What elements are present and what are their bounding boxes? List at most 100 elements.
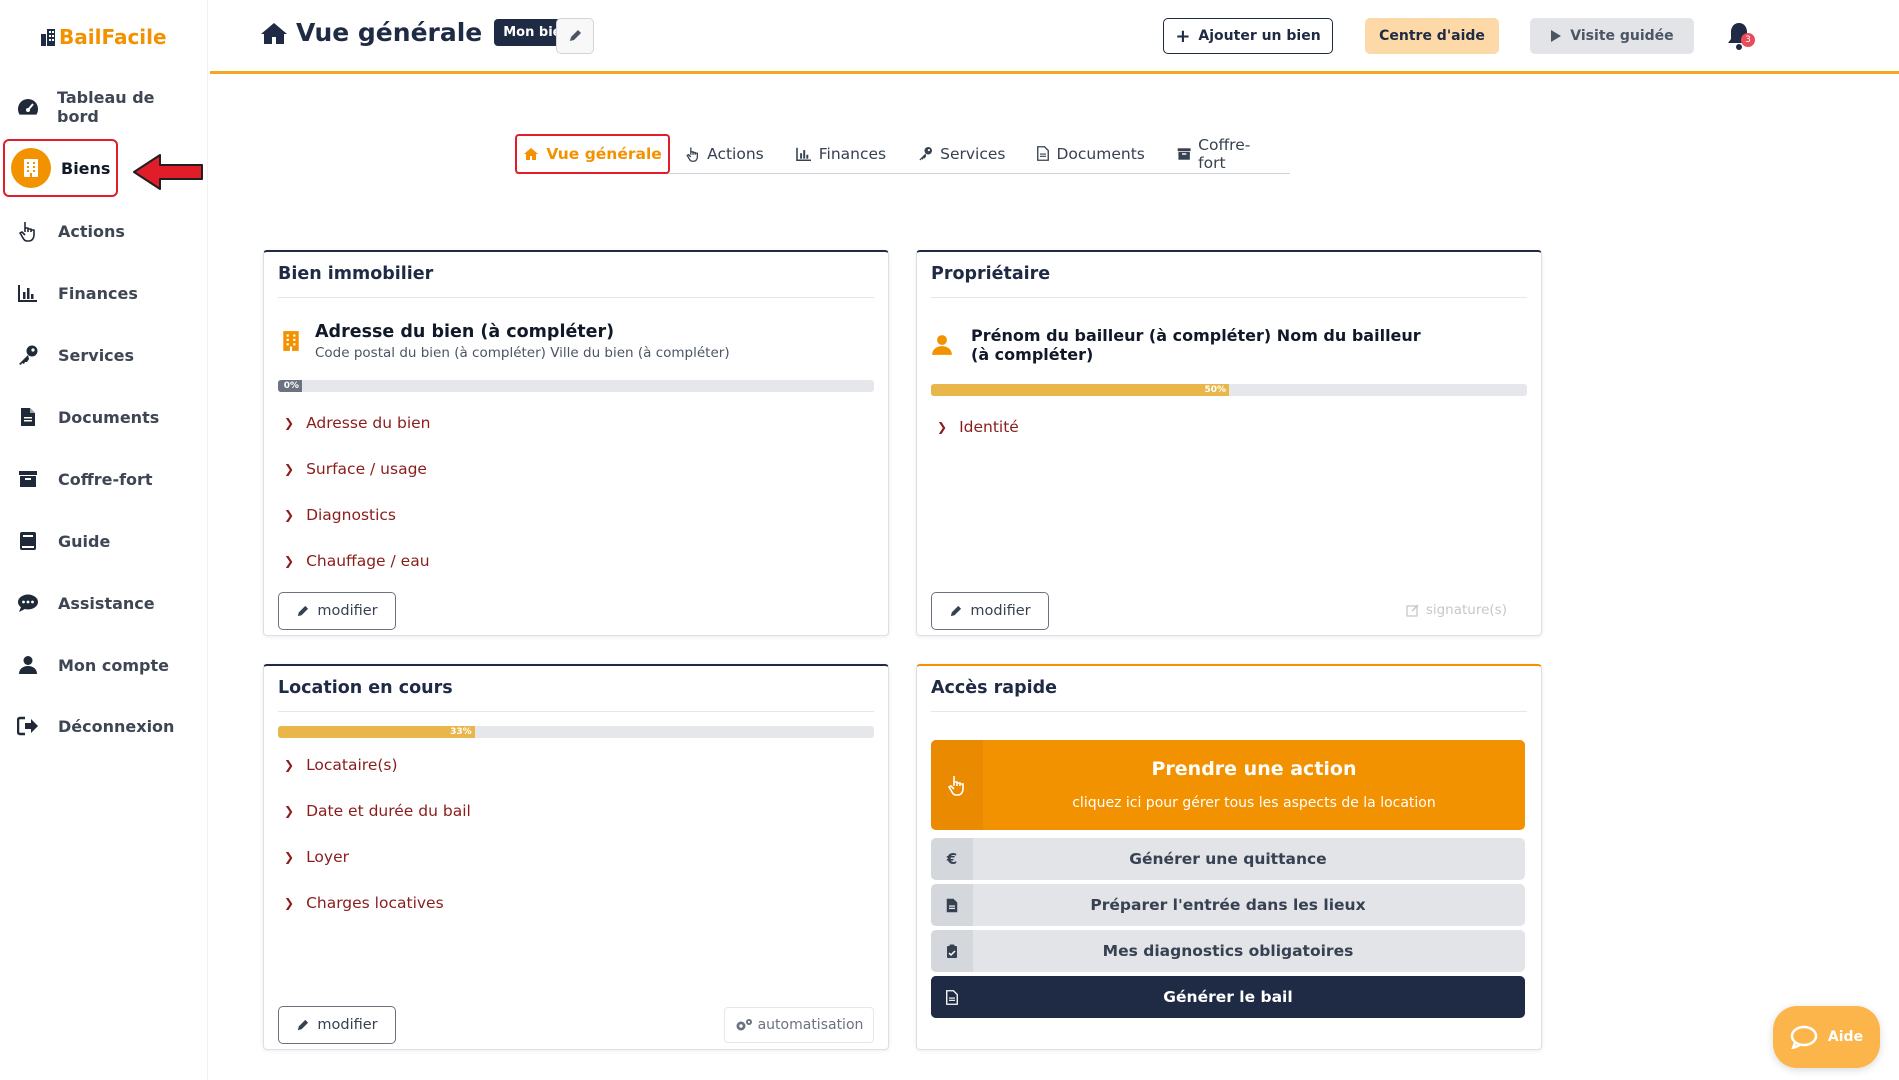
link-label: Locataire(s) (306, 756, 398, 774)
add-property-button[interactable]: + Ajouter un bien (1163, 18, 1333, 54)
quick-access-card: Accès rapide Prendre une action cliquez … (916, 664, 1542, 1050)
sidebar-item-label: Finances (58, 283, 138, 303)
sidebar-item-documents[interactable]: Documents (16, 397, 196, 437)
logout-icon (16, 714, 40, 738)
link-loyer[interactable]: ❯ Loyer (284, 834, 471, 880)
document-icon (931, 976, 973, 1018)
sidebar-item-label: Mon compte (58, 655, 169, 675)
sidebar-item-mon-compte[interactable]: Mon compte (16, 645, 196, 685)
link-label: Chauffage / eau (306, 552, 430, 570)
edit-title-button[interactable] (556, 18, 594, 54)
tab-finances[interactable]: Finances (780, 134, 902, 174)
signature-link[interactable]: signature(s) (1406, 602, 1507, 618)
archive-box-icon (1177, 147, 1191, 160)
generate-receipt-button[interactable]: € Générer une quittance (931, 838, 1525, 880)
property-links: ❯ Adresse du bien ❯ Surface / usage ❯ Diagn… (284, 400, 431, 584)
link-diagnostics[interactable]: ❯ Diagnostics (284, 492, 431, 538)
chevron-right-icon: ❯ (937, 420, 948, 434)
help-center-button[interactable]: Centre d'aide (1365, 18, 1499, 54)
link-surface-usage[interactable]: ❯ Surface / usage (284, 446, 431, 492)
take-action-button[interactable]: Prendre une action cliquez ici pour gére… (931, 740, 1525, 830)
sidebar-item-guide[interactable]: Guide (16, 521, 196, 561)
prepare-move-in-button[interactable]: Préparer l'entrée dans les lieux (931, 884, 1525, 926)
edit-property-button[interactable]: modifier (278, 592, 396, 630)
card-title: Propriétaire (931, 264, 1527, 298)
pencil-icon (951, 605, 962, 616)
building-icon (283, 331, 299, 351)
link-date-duree-bail[interactable]: ❯ Date et durée du bail (284, 788, 471, 834)
link-label: Surface / usage (306, 460, 427, 478)
pencil-icon (570, 30, 581, 41)
tab-documents[interactable]: Documents (1021, 134, 1160, 174)
progress-fill: 0% (278, 380, 302, 392)
card-title: Location en cours (278, 678, 874, 712)
play-icon (1551, 30, 1562, 42)
link-charges-locatives[interactable]: ❯ Charges locatives (284, 880, 471, 926)
sidebar-item-finances[interactable]: Finances (16, 273, 196, 313)
edit-label: modifier (317, 1017, 378, 1033)
tab-services[interactable]: Services (902, 134, 1021, 174)
guided-tour-label: Visite guidée (1570, 28, 1674, 44)
property-city: Code postal du bien (à compléter) Ville … (315, 345, 730, 361)
key-icon (919, 147, 933, 161)
tab-label: Services (940, 144, 1006, 163)
pencil-icon (298, 605, 309, 616)
sidebar-item-deconnexion[interactable]: Déconnexion (16, 706, 196, 746)
clipboard-check-icon (931, 930, 973, 972)
home-icon (261, 22, 287, 44)
sidebar-item-dashboard[interactable]: Tableau de bord (16, 87, 196, 127)
owner-progress-bar: 50% (931, 384, 1527, 396)
add-property-label: Ajouter un bien (1198, 28, 1321, 44)
qa-label: Mes diagnostics obligatoires (1102, 942, 1354, 960)
link-identite[interactable]: ❯ Identité (937, 404, 1019, 450)
sidebar-item-coffre-fort[interactable]: Coffre-fort (16, 459, 196, 499)
hand-pointer-icon (16, 219, 40, 243)
generate-lease-button[interactable]: Générer le bail (931, 976, 1525, 1018)
automation-label: automatisation (757, 1017, 864, 1033)
link-locataires[interactable]: ❯ Locataire(s) (284, 742, 471, 788)
guided-tour-button[interactable]: Visite guidée (1530, 18, 1694, 54)
sidebar-item-label: Coffre-fort (58, 469, 153, 489)
tab-label: Finances (818, 144, 887, 163)
sidebar-item-assistance[interactable]: Assistance (16, 583, 196, 623)
tab-label: Coffre-fort (1198, 135, 1251, 172)
tab-coffre-fort[interactable]: Coffre-fort (1161, 134, 1290, 174)
link-adresse-du-bien[interactable]: ❯ Adresse du bien (284, 400, 431, 446)
lease-card: Location en cours 33% ❯ Locataire(s) ❯ Dat… (263, 664, 889, 1050)
tab-label: Vue générale (546, 144, 662, 163)
mandatory-diagnostics-button[interactable]: Mes diagnostics obligatoires (931, 930, 1525, 972)
edit-owner-button[interactable]: modifier (931, 592, 1049, 630)
automation-button[interactable]: automatisation (724, 1007, 874, 1043)
edit-lease-button[interactable]: modifier (278, 1006, 396, 1044)
link-label: Identité (959, 418, 1019, 436)
sidebar-item-label: Documents (58, 407, 160, 427)
help-chat-button[interactable]: Aide (1773, 1006, 1880, 1068)
sidebar-item-label: Assistance (58, 593, 155, 613)
owner-card: Propriétaire Prénom du bailleur (à compl… (916, 250, 1542, 636)
sidebar-item-label: Guide (58, 531, 111, 551)
sidebar-item-biens[interactable]: Biens (3, 139, 118, 197)
tab-bar: Vue générale Actions Finances Services D… (515, 133, 1290, 174)
take-action-subtitle: cliquez ici pour gérer tous les aspects … (1072, 795, 1436, 811)
progress-fill: 50% (931, 384, 1229, 396)
building-icon (11, 148, 51, 188)
sidebar: BailFacile Tableau de bord Biens Actions (0, 0, 208, 1080)
building-logo-icon (41, 29, 55, 46)
sidebar-item-services[interactable]: Services (16, 335, 196, 375)
link-chauffage-eau[interactable]: ❯ Chauffage / eau (284, 538, 431, 584)
tab-actions[interactable]: Actions (670, 134, 780, 174)
edit-label: modifier (970, 603, 1031, 619)
chevron-right-icon: ❯ (284, 416, 295, 430)
sidebar-item-actions[interactable]: Actions (16, 211, 196, 251)
tab-vue-generale[interactable]: Vue générale (515, 133, 671, 174)
lease-progress-bar: 33% (278, 726, 874, 738)
chevron-right-icon: ❯ (284, 896, 295, 910)
sidebar-item-label: Déconnexion (58, 716, 175, 736)
notification-count-badge: 3 (1741, 33, 1755, 47)
chevron-right-icon: ❯ (284, 554, 295, 568)
logo[interactable]: BailFacile (40, 25, 167, 49)
bar-chart-icon (16, 281, 40, 305)
hand-pointer-icon (686, 146, 699, 162)
qa-label: Générer une quittance (1129, 850, 1327, 868)
archive-box-icon (16, 467, 40, 491)
